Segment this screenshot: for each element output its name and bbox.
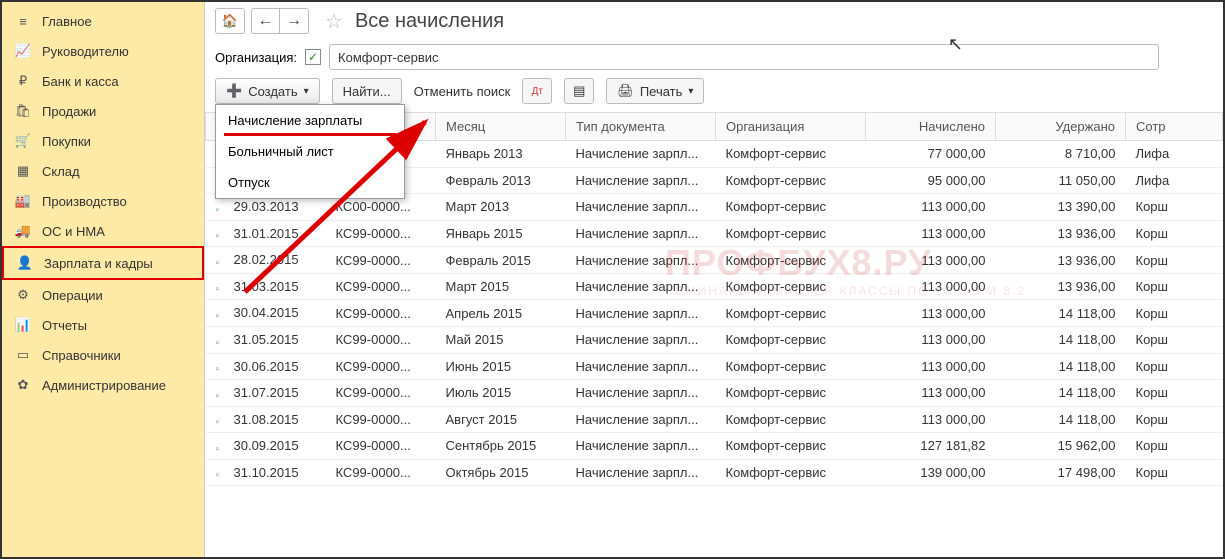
factory-icon: 🏭 bbox=[14, 193, 32, 209]
table-row[interactable]: 30.06.2015КС99-0000...Июнь 2015Начислени… bbox=[206, 353, 1223, 380]
doc-status-icon bbox=[216, 227, 230, 241]
sidebar-item-bank[interactable]: ₽ Банк и касса bbox=[2, 66, 204, 96]
ops-icon: ⚙ bbox=[14, 287, 32, 303]
sidebar-item-label: Покупки bbox=[42, 134, 91, 149]
th-accrued[interactable]: Начислено bbox=[866, 113, 996, 141]
doc-status-icon bbox=[216, 280, 230, 294]
sidebar-item-label: Продажи bbox=[42, 104, 96, 119]
table-row[interactable]: 30.04.2015КС99-0000...Апрель 2015Начисле… bbox=[206, 300, 1223, 327]
table-row[interactable]: 31.05.2015КС99-0000...Май 2015Начисление… bbox=[206, 326, 1223, 353]
doc-status-icon bbox=[216, 254, 230, 268]
sidebar-item-production[interactable]: 🏭 Производство bbox=[2, 186, 204, 216]
doc-status-icon bbox=[216, 440, 230, 454]
org-input[interactable]: Комфорт-сервис bbox=[329, 44, 1159, 70]
table-row[interactable]: 31.03.2015КС99-0000...Март 2015Начислени… bbox=[206, 273, 1223, 300]
doc-status-icon bbox=[216, 360, 230, 374]
sidebar-item-reports[interactable]: 📊 Отчеты bbox=[2, 310, 204, 340]
create-button[interactable]: ➕ Создать ▾ bbox=[215, 78, 320, 104]
org-checkbox[interactable]: ✓ bbox=[305, 49, 321, 65]
org-label: Организация: bbox=[215, 50, 297, 65]
doc-status-icon bbox=[216, 201, 230, 215]
sidebar-item-label: Склад bbox=[42, 164, 80, 179]
gear-icon: ✿ bbox=[14, 377, 32, 393]
sidebar-item-label: Производство bbox=[42, 194, 127, 209]
back-button[interactable]: ← bbox=[252, 9, 280, 33]
nav-history: ← → bbox=[251, 8, 309, 34]
sidebar-item-label: Зарплата и кадры bbox=[44, 256, 153, 271]
sidebar-item-operations[interactable]: ⚙ Операции bbox=[2, 280, 204, 310]
find-button[interactable]: Найти... bbox=[332, 78, 402, 104]
toolbar: ➕ Создать ▾ Начисление зарплаты Больничн… bbox=[205, 78, 1223, 112]
chart-icon: 📈 bbox=[14, 43, 32, 59]
th-withheld[interactable]: Удержано bbox=[996, 113, 1126, 141]
plus-icon: ➕ bbox=[226, 83, 242, 99]
sidebar-item-label: Банк и касса bbox=[42, 74, 119, 89]
table-row[interactable]: 30.09.2015КС99-0000...Сентябрь 2015Начис… bbox=[206, 433, 1223, 460]
dtkt-button[interactable]: Дт bbox=[522, 78, 552, 104]
bag-icon: 🛍 bbox=[14, 103, 32, 119]
dropdown-item-sick[interactable]: Больничный лист bbox=[216, 136, 404, 167]
truck-icon: 🚚 bbox=[14, 223, 32, 239]
sidebar-item-label: Администрирование bbox=[42, 378, 166, 393]
doc-status-icon bbox=[216, 413, 230, 427]
forward-button[interactable]: → bbox=[280, 9, 308, 33]
cart-icon: 🛒 bbox=[14, 133, 32, 149]
print-button[interactable]: 🖨Печать▾ bbox=[606, 78, 704, 104]
printer-icon: 🖨 bbox=[617, 83, 634, 99]
doc-status-icon bbox=[216, 466, 230, 480]
table-row[interactable]: 31.01.2015КС99-0000...Январь 2015Начисле… bbox=[206, 220, 1223, 247]
favorite-star-icon[interactable]: ☆ bbox=[325, 9, 343, 34]
table-row[interactable]: 31.08.2015КС99-0000...Август 2015Начисле… bbox=[206, 406, 1223, 433]
sidebar-item-sales[interactable]: 🛍 Продажи bbox=[2, 96, 204, 126]
person-icon: 👤 bbox=[16, 255, 34, 271]
sidebar-item-label: Главное bbox=[42, 14, 92, 29]
filter-row: Организация: ✓ Комфорт-сервис bbox=[205, 40, 1223, 78]
page-title: Все начисления bbox=[355, 10, 504, 33]
topbar: 🏠 ← → ☆ Все начисления bbox=[205, 2, 1223, 40]
boxes-icon: ▦ bbox=[14, 163, 32, 179]
th-employee[interactable]: Сотр bbox=[1126, 113, 1223, 141]
sidebar-item-manager[interactable]: 📈 Руководителю bbox=[2, 36, 204, 66]
chevron-down-icon: ▾ bbox=[304, 86, 309, 97]
th-type[interactable]: Тип документа bbox=[566, 113, 716, 141]
book-icon: ▭ bbox=[14, 347, 32, 363]
sidebar-item-catalogs[interactable]: ▭ Справочники bbox=[2, 340, 204, 370]
main-panel: 🏠 ← → ☆ Все начисления Организация: ✓ Ко… bbox=[205, 2, 1223, 557]
dropdown-item-payroll[interactable]: Начисление зарплаты bbox=[224, 105, 396, 136]
sidebar-item-salary[interactable]: 👤 Зарплата и кадры bbox=[2, 246, 204, 280]
cancel-search-link[interactable]: Отменить поиск bbox=[414, 84, 511, 99]
table-row[interactable]: 31.10.2015КС99-0000...Октябрь 2015Начисл… bbox=[206, 459, 1223, 486]
doc-icon: ▤ bbox=[573, 83, 585, 99]
sidebar-item-purchases[interactable]: 🛒 Покупки bbox=[2, 126, 204, 156]
th-month[interactable]: Месяц bbox=[436, 113, 566, 141]
ruble-icon: ₽ bbox=[14, 73, 32, 89]
doc-status-icon bbox=[216, 387, 230, 401]
dropdown-item-vacation[interactable]: Отпуск bbox=[216, 167, 404, 198]
sidebar-item-admin[interactable]: ✿ Администрирование bbox=[2, 370, 204, 400]
bars-icon: 📊 bbox=[14, 317, 32, 333]
home-button[interactable]: 🏠 bbox=[215, 8, 245, 34]
sidebar-item-warehouse[interactable]: ▦ Склад bbox=[2, 156, 204, 186]
menu-icon: ≡ bbox=[14, 13, 32, 29]
sidebar-item-label: Справочники bbox=[42, 348, 121, 363]
table-row[interactable]: 31.07.2015КС99-0000...Июль 2015Начислени… bbox=[206, 380, 1223, 407]
create-dropdown: Начисление зарплаты Больничный лист Отпу… bbox=[215, 104, 405, 199]
sidebar-item-label: Отчеты bbox=[42, 318, 87, 333]
dtkt-icon: Дт bbox=[532, 86, 543, 97]
table-row[interactable]: 28.02.2015КС99-0000...Февраль 2015Начисл… bbox=[206, 247, 1223, 274]
sidebar: ≡ Главное 📈 Руководителю ₽ Банк и касса 🛍 Пр… bbox=[2, 2, 205, 557]
sidebar-item-main[interactable]: ≡ Главное bbox=[2, 6, 204, 36]
sidebar-item-label: Операции bbox=[42, 288, 103, 303]
doc-button[interactable]: ▤ bbox=[564, 78, 594, 104]
doc-status-icon bbox=[216, 334, 230, 348]
th-org[interactable]: Организация bbox=[716, 113, 866, 141]
doc-status-icon bbox=[216, 307, 230, 321]
chevron-down-icon: ▾ bbox=[688, 86, 693, 97]
sidebar-item-assets[interactable]: 🚚 ОС и НМА bbox=[2, 216, 204, 246]
sidebar-item-label: Руководителю bbox=[42, 44, 129, 59]
sidebar-item-label: ОС и НМА bbox=[42, 224, 105, 239]
